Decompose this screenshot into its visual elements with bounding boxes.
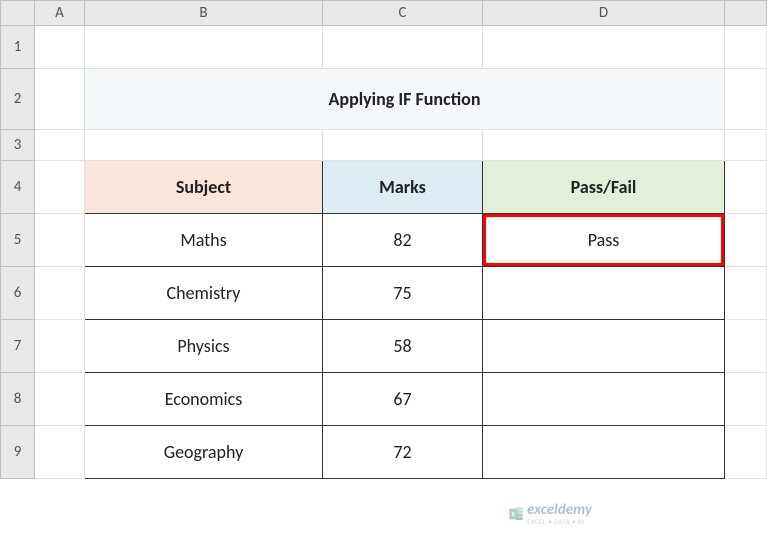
header-marks[interactable]: Marks <box>323 161 483 214</box>
cell-E5[interactable] <box>725 214 767 267</box>
row-header-4[interactable]: 4 <box>1 161 35 214</box>
cell-E8[interactable] <box>725 373 767 426</box>
row-header-5[interactable]: 5 <box>1 214 35 267</box>
cell-A6[interactable] <box>35 267 85 320</box>
cell-E1[interactable] <box>725 26 767 69</box>
cell-A5[interactable] <box>35 214 85 267</box>
cell-A1[interactable] <box>35 26 85 69</box>
cell-E2[interactable] <box>725 69 767 130</box>
row-header-8[interactable]: 8 <box>1 373 35 426</box>
column-header-row: A B C D <box>1 1 767 26</box>
cell-B1[interactable] <box>85 26 323 69</box>
cell-marks[interactable]: 82 <box>323 214 483 267</box>
cell-E4[interactable] <box>725 161 767 214</box>
row-3: 3 <box>1 130 767 161</box>
row-5: 5 Maths 82 Pass <box>1 214 767 267</box>
watermark-main: exceldemy <box>527 503 592 518</box>
cell-result[interactable] <box>483 320 725 373</box>
cell-A7[interactable] <box>35 320 85 373</box>
col-header-A[interactable]: A <box>35 1 85 26</box>
cell-E9[interactable] <box>725 426 767 479</box>
excel-icon: X <box>508 506 524 522</box>
header-passfail[interactable]: Pass/Fail <box>483 161 725 214</box>
row-header-2[interactable]: 2 <box>1 69 35 130</box>
svg-text:X: X <box>511 511 515 519</box>
col-header-B[interactable]: B <box>85 1 323 26</box>
watermark: X exceldemy EXCEL • DATA • BI <box>508 503 592 525</box>
cell-subject[interactable]: Geography <box>85 426 323 479</box>
cell-E7[interactable] <box>725 320 767 373</box>
cell-C3[interactable] <box>323 130 483 161</box>
row-1: 1 <box>1 26 767 69</box>
header-subject[interactable]: Subject <box>85 161 323 214</box>
cell-A9[interactable] <box>35 426 85 479</box>
cell-subject[interactable]: Maths <box>85 214 323 267</box>
cell-result[interactable] <box>483 373 725 426</box>
col-header-extra[interactable] <box>725 1 767 26</box>
cell-E3[interactable] <box>725 130 767 161</box>
row-header-7[interactable]: 7 <box>1 320 35 373</box>
row-2: 2 Applying IF Function <box>1 69 767 130</box>
cell-result[interactable] <box>483 267 725 320</box>
cell-E6[interactable] <box>725 267 767 320</box>
cell-result[interactable] <box>483 426 725 479</box>
cell-subject[interactable]: Chemistry <box>85 267 323 320</box>
col-header-C[interactable]: C <box>323 1 483 26</box>
row-8: 8 Economics 67 <box>1 373 767 426</box>
cell-C1[interactable] <box>323 26 483 69</box>
cell-result-highlighted[interactable]: Pass <box>483 214 725 267</box>
page-title[interactable]: Applying IF Function <box>85 69 725 130</box>
cell-A3[interactable] <box>35 130 85 161</box>
cell-marks[interactable]: 67 <box>323 373 483 426</box>
row-header-9[interactable]: 9 <box>1 426 35 479</box>
cell-subject[interactable]: Economics <box>85 373 323 426</box>
row-header-1[interactable]: 1 <box>1 26 35 69</box>
cell-B3[interactable] <box>85 130 323 161</box>
row-4: 4 Subject Marks Pass/Fail <box>1 161 767 214</box>
row-6: 6 Chemistry 75 <box>1 267 767 320</box>
row-header-6[interactable]: 6 <box>1 267 35 320</box>
row-header-3[interactable]: 3 <box>1 130 35 161</box>
cell-A2[interactable] <box>35 69 85 130</box>
cell-A4[interactable] <box>35 161 85 214</box>
cell-A8[interactable] <box>35 373 85 426</box>
cell-marks[interactable]: 75 <box>323 267 483 320</box>
cell-marks[interactable]: 72 <box>323 426 483 479</box>
cell-marks[interactable]: 58 <box>323 320 483 373</box>
cell-subject[interactable]: Physics <box>85 320 323 373</box>
cell-D3[interactable] <box>483 130 725 161</box>
spreadsheet-grid: A B C D 1 2 Applying IF Function 3 4 Sub… <box>0 0 767 479</box>
select-all-corner[interactable] <box>1 1 35 26</box>
row-7: 7 Physics 58 <box>1 320 767 373</box>
row-9: 9 Geography 72 <box>1 426 767 479</box>
col-header-D[interactable]: D <box>483 1 725 26</box>
watermark-sub: EXCEL • DATA • BI <box>527 518 592 525</box>
cell-D1[interactable] <box>483 26 725 69</box>
